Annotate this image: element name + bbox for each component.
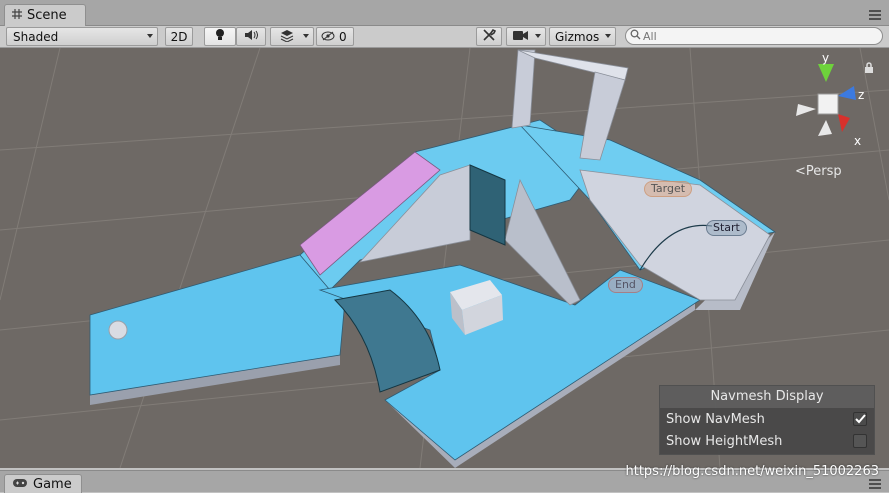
- hidden-objects-toggle[interactable]: 0: [316, 27, 354, 46]
- 2d-toggle-button[interactable]: 2D: [165, 27, 193, 46]
- scene-orientation-gizmo[interactable]: y z x: [788, 51, 868, 154]
- tools-button[interactable]: [476, 27, 502, 46]
- navmesh-display-title: Navmesh Display: [660, 386, 874, 408]
- chevron-left-icon: <: [795, 164, 806, 179]
- search-input[interactable]: [643, 29, 863, 43]
- scene-tab-label: Scene: [27, 8, 67, 23]
- show-navmesh-row[interactable]: Show NavMesh: [660, 408, 874, 430]
- watermark-text: https://blog.csdn.net/weixin_51002263: [625, 464, 879, 479]
- scene-tab-bar: Scene: [0, 0, 889, 26]
- sphere: [108, 320, 128, 340]
- lock-icon[interactable]: [864, 62, 874, 76]
- layers-icon: [280, 29, 294, 45]
- eye-slash-icon: [321, 30, 335, 44]
- z-axis-cone-icon: [838, 86, 856, 100]
- scene-toolbar: Shaded 2D 0 Gizmos: [0, 26, 889, 48]
- end-marker-label: End: [608, 277, 643, 293]
- speaker-icon: [244, 29, 258, 44]
- scene-tab[interactable]: Scene: [4, 4, 86, 26]
- shading-mode-dropdown[interactable]: Shaded: [6, 27, 158, 46]
- show-heightmesh-checkbox[interactable]: [853, 434, 867, 448]
- wrench-icon: [482, 28, 497, 45]
- hash-icon: [11, 8, 23, 24]
- game-controller-icon: [13, 477, 27, 492]
- y-axis-cone-icon: [818, 64, 834, 82]
- checkmark-icon: [855, 414, 866, 424]
- show-navmesh-label: Show NavMesh: [666, 411, 765, 427]
- gizmos-label: Gizmos: [555, 29, 600, 44]
- lightbulb-icon: [214, 28, 226, 45]
- x-axis-cone-icon: [838, 114, 850, 132]
- projection-toggle[interactable]: <Persp: [795, 164, 842, 179]
- game-tab[interactable]: Game: [4, 474, 82, 493]
- x-axis-label: x: [854, 134, 862, 148]
- projection-label: Persp: [805, 164, 842, 179]
- show-heightmesh-row[interactable]: Show HeightMesh: [660, 430, 874, 452]
- z-axis-label: z: [858, 88, 865, 102]
- gizmos-dropdown[interactable]: Gizmos: [549, 27, 616, 46]
- game-tab-label: Game: [33, 476, 72, 492]
- lighting-toggle-button[interactable]: [204, 27, 236, 46]
- camera-icon: [513, 30, 529, 44]
- search-icon: [630, 29, 641, 43]
- shading-mode-value: Shaded: [13, 29, 59, 44]
- hidden-count: 0: [339, 29, 347, 44]
- 2d-toggle-label: 2D: [170, 29, 188, 44]
- search-field[interactable]: [625, 27, 883, 45]
- tab-menu-icon[interactable]: [869, 9, 881, 20]
- chevron-down-icon: [147, 34, 153, 38]
- navmesh-display-panel: Navmesh Display Show NavMesh Show Height…: [659, 385, 875, 455]
- camera-dropdown[interactable]: [506, 27, 546, 46]
- chevron-down-icon: [605, 34, 611, 38]
- effects-dropdown[interactable]: [270, 27, 314, 46]
- target-marker-label: Target: [644, 181, 693, 197]
- show-navmesh-checkbox[interactable]: [853, 412, 867, 426]
- audio-toggle-button[interactable]: [236, 27, 266, 46]
- y-axis-label: y: [822, 51, 830, 65]
- show-heightmesh-label: Show HeightMesh: [666, 433, 783, 449]
- tab-menu-icon[interactable]: [869, 478, 881, 489]
- start-marker-label: Start: [706, 220, 747, 236]
- chevron-down-icon: [535, 34, 541, 38]
- chevron-down-icon: [303, 34, 309, 38]
